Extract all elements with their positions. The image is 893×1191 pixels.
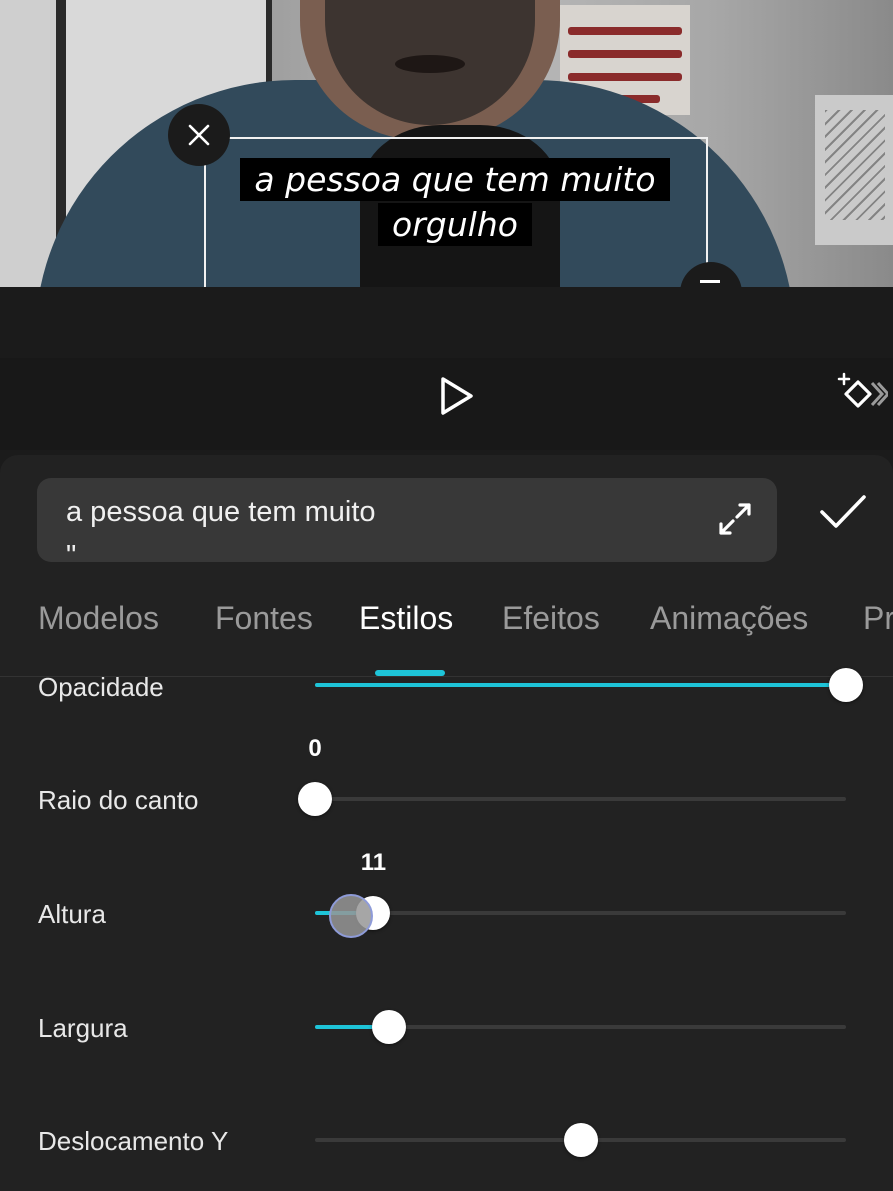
corner-radius-slider-thumb[interactable]	[298, 782, 332, 816]
close-icon	[188, 124, 210, 146]
video-preview[interactable]: a pessoa que tem muito orgulho	[0, 0, 893, 287]
tab-efeitos[interactable]: Efeitos	[502, 600, 600, 637]
play-icon[interactable]	[437, 375, 477, 417]
caption-text[interactable]: a pessoa que tem muito orgulho	[200, 157, 710, 247]
opacity-label: Opacidade	[38, 672, 164, 702]
opacity-slider[interactable]	[315, 668, 863, 702]
text-input-value: a pessoa que tem muito	[66, 496, 376, 528]
check-icon[interactable]	[818, 492, 868, 532]
text-editor-panel	[0, 455, 893, 1191]
height-value: 11	[360, 849, 387, 876]
caption-line-2: orgulho	[378, 203, 532, 246]
person-mouth	[395, 55, 465, 73]
corner-radius-value: 0	[308, 735, 322, 762]
height-label: Altura	[38, 899, 106, 929]
keyframe-icon[interactable]	[836, 370, 888, 418]
corner-radius-slider[interactable]: 0	[298, 735, 846, 816]
width-label: Largura	[38, 1013, 128, 1043]
wall-sketch	[815, 95, 893, 245]
opacity-slider-thumb[interactable]	[829, 668, 863, 702]
opacity-slider-fill	[315, 683, 846, 687]
height-slider[interactable]: 11	[315, 849, 846, 930]
touch-indicator	[329, 894, 373, 938]
remove-caption-button[interactable]	[168, 104, 230, 166]
tab-animacoes[interactable]: Animações	[650, 600, 808, 637]
tab-modelos[interactable]: Modelos	[38, 600, 159, 637]
width-slider[interactable]	[315, 1010, 846, 1044]
text-input-value-overflow: "	[66, 540, 77, 562]
caption-line-1: a pessoa que tem muito	[240, 158, 670, 201]
caption-text-input[interactable]: a pessoa que tem muito "	[37, 478, 777, 562]
corner-radius-label: Raio do canto	[38, 785, 199, 815]
tab-fontes[interactable]: Fontes	[215, 600, 313, 637]
tab-estilos[interactable]: Estilos	[359, 600, 453, 637]
tab-pr[interactable]: Pr	[863, 600, 893, 637]
offset-y-slider-thumb[interactable]	[563, 1123, 598, 1157]
offset-y-slider[interactable]	[315, 1123, 846, 1157]
style-tabs: Modelos Fontes Estilos Efeitos Animações…	[0, 595, 893, 655]
expand-icon[interactable]	[716, 500, 754, 538]
offset-y-label: Deslocamento Y	[38, 1126, 229, 1156]
